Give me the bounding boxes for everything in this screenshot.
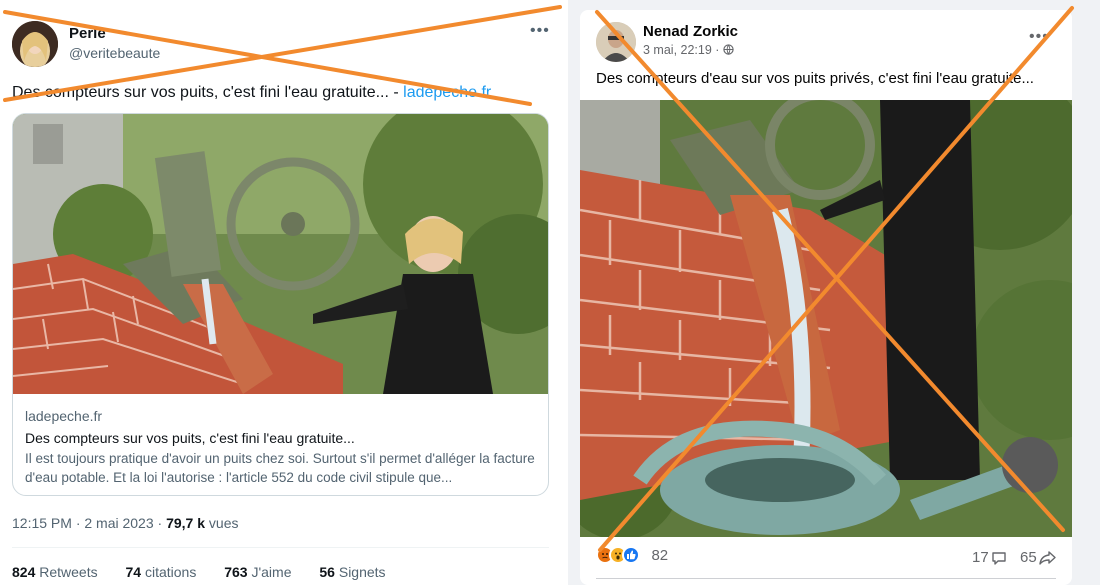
- retweets-label: Retweets: [39, 564, 98, 580]
- link-preview-card[interactable]: ladepeche.fr Des compteurs sur vos puits…: [12, 113, 549, 496]
- facebook-post-text: Des compteurs d'eau sur vos puits privés…: [596, 70, 1034, 87]
- share-icon: [1038, 551, 1056, 565]
- link-preview-description: Il est toujours pratique d'avoir un puit…: [25, 451, 535, 485]
- tweet-views-label: vues: [205, 515, 239, 531]
- likes-stat[interactable]: 763 J'aime: [224, 564, 303, 580]
- tweet-divider: [12, 547, 549, 548]
- tweet-post: Perle @veritebeaute ••• Des compteurs su…: [0, 0, 560, 585]
- likes-label: J'aime: [251, 564, 292, 580]
- bookmarks-label: Signets: [338, 564, 386, 580]
- tweet-author-handle[interactable]: @veritebeaute: [69, 45, 160, 61]
- comment-icon: [991, 552, 1006, 565]
- bookmarks-count: 56: [319, 564, 335, 580]
- like-reaction-icon: [622, 546, 640, 564]
- link-preview-title: Des compteurs sur vos puits, c'est fini …: [25, 430, 355, 446]
- retweets-count: 824: [12, 564, 36, 580]
- retweets-stat[interactable]: 824 Retweets: [12, 564, 110, 580]
- likes-count: 763: [224, 564, 248, 580]
- bookmarks-stat[interactable]: 56 Signets: [319, 564, 397, 580]
- quotes-stat[interactable]: 74 citations: [126, 564, 209, 580]
- facebook-more-button[interactable]: •••: [1029, 28, 1049, 46]
- tweet-author-avatar[interactable]: [12, 21, 58, 67]
- facebook-post-image[interactable]: [580, 100, 1072, 537]
- tweet-timestamp[interactable]: 12:15 PM · 2 mai 2023 ·: [12, 515, 166, 531]
- comment-count: 17: [972, 549, 989, 566]
- ellipsis-icon: •••: [1029, 28, 1049, 45]
- facebook-author-name[interactable]: Nenad Zorkic: [643, 23, 738, 40]
- facebook-author-avatar[interactable]: [596, 22, 636, 62]
- tweet-text-body: Des compteurs sur vos puits, c'est fini …: [12, 84, 404, 101]
- ellipsis-icon: •••: [530, 22, 550, 39]
- facebook-divider: [596, 578, 1056, 579]
- tweet-stats: 824 Retweets 74 citations 763 J'aime 56 …: [12, 564, 410, 580]
- quotes-label: citations: [144, 564, 197, 580]
- facebook-post: Nenad Zorkic 3 mai, 22:19 · ••• Des comp…: [580, 10, 1072, 585]
- comments-count-button[interactable]: 17: [972, 549, 1007, 566]
- globe-icon: [723, 44, 734, 55]
- link-preview-domain: ladepeche.fr: [25, 408, 103, 424]
- tweet-text-link[interactable]: ladepeche.fr: [403, 84, 491, 101]
- facebook-post-time-text: 3 mai, 22:19 ·: [643, 43, 723, 57]
- tweet-more-button[interactable]: •••: [530, 22, 550, 40]
- reaction-count: 82: [651, 546, 669, 564]
- quotes-count: 74: [125, 564, 142, 580]
- tweet-author-name[interactable]: Perle: [69, 25, 106, 42]
- tweet-views-count: 79,7 k: [166, 515, 206, 531]
- reactions-summary[interactable]: 82: [596, 546, 668, 568]
- facebook-post-time[interactable]: 3 mai, 22:19 ·: [643, 43, 734, 57]
- shares-count-button[interactable]: 65: [1020, 549, 1056, 566]
- tweet-meta: 12:15 PM · 2 mai 2023 · 79,7 k vues: [12, 515, 238, 531]
- tweet-text: Des compteurs sur vos puits, c'est fini …: [12, 84, 491, 102]
- link-preview-image: [13, 114, 548, 394]
- share-count: 65: [1020, 549, 1037, 566]
